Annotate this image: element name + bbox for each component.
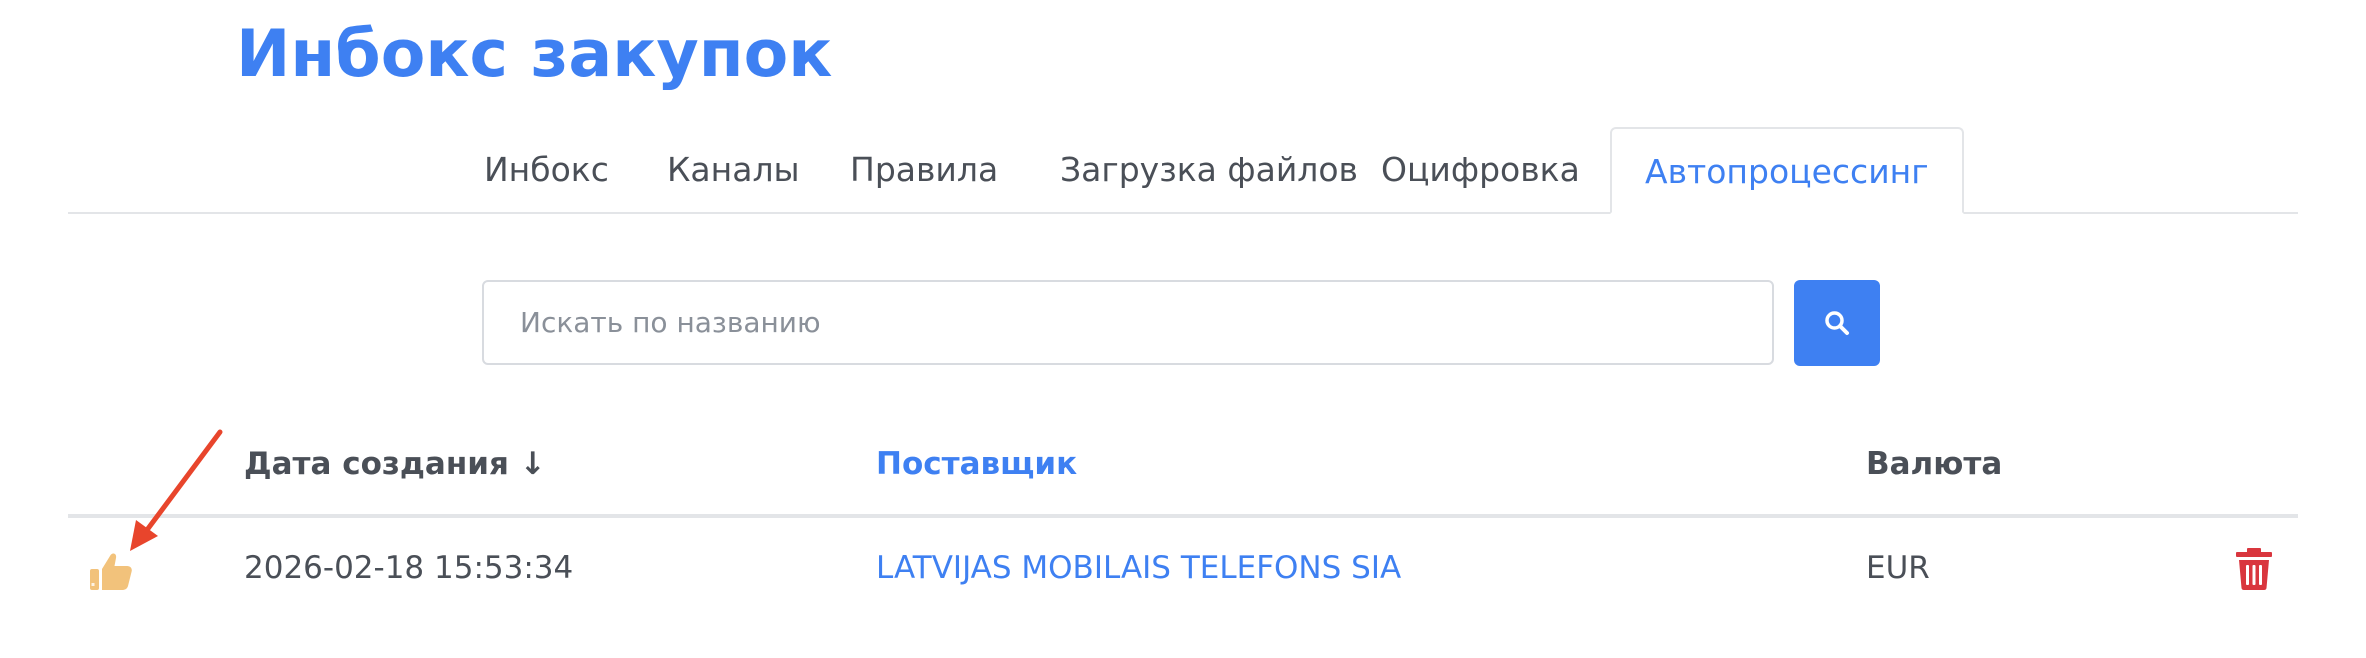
trash-icon[interactable] — [2236, 548, 2272, 590]
tab-channels[interactable]: Каналы — [667, 127, 800, 212]
search-button[interactable] — [1794, 280, 1880, 366]
table-header-divider — [68, 514, 2298, 518]
annotation-arrow — [130, 429, 223, 551]
search-icon — [1825, 311, 1849, 335]
tab-autoprocessing[interactable]: Автопроцессинг — [1610, 127, 1964, 214]
tab-inbox[interactable]: Инбокс — [484, 127, 609, 212]
page-title: Инбокс закупок — [236, 17, 833, 92]
column-header-created[interactable]: Дата создания ↓ — [244, 438, 546, 490]
tab-rules[interactable]: Правила — [850, 127, 998, 212]
tab-bar: Инбокс Каналы Правила Загрузка файлов Оц… — [68, 127, 2298, 214]
column-header-supplier[interactable]: Поставщик — [876, 438, 1077, 490]
tab-digitization[interactable]: Оцифровка — [1381, 127, 1580, 212]
column-header-currency[interactable]: Валюта — [1866, 438, 2002, 490]
cell-created: 2026-02-18 15:53:34 — [244, 550, 574, 586]
supplier-link[interactable]: LATVIJAS MOBILAIS TELEFONS SIA — [876, 542, 1401, 594]
tab-file-upload[interactable]: Загрузка файлов — [1060, 127, 1358, 212]
cell-currency: EUR — [1866, 550, 1930, 586]
search-input[interactable] — [482, 280, 1774, 365]
